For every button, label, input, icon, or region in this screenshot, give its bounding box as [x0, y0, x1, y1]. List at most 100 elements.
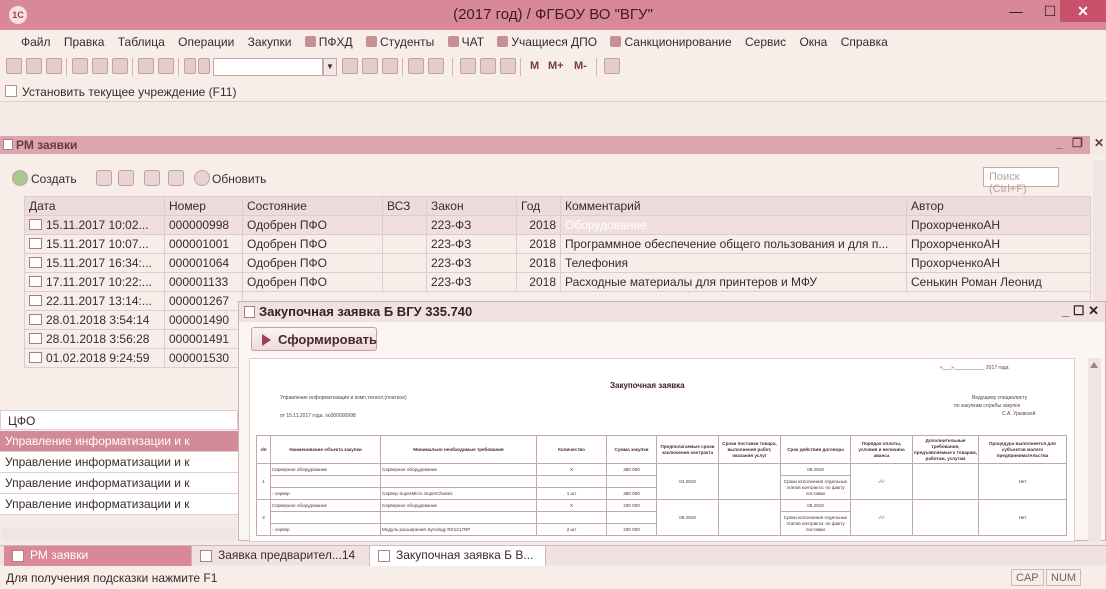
tab-preliminary-request[interactable]: Заявка предварител...14 [192, 546, 370, 566]
menu-operations[interactable]: Операции [173, 30, 239, 49]
report-preview: «___»___________ 2017 года Закупочная за… [249, 358, 1075, 542]
cut-icon[interactable] [72, 58, 88, 74]
col-state[interactable]: Состояние [242, 196, 383, 216]
document-icon [29, 276, 42, 287]
menu-edit[interactable]: Правка [59, 30, 110, 49]
menu-service[interactable]: Сервис [740, 30, 791, 49]
cfo-row[interactable]: Управление информатизации и к [0, 452, 238, 473]
table-row[interactable]: 17.11.2017 10:22:... 000001133 Одобрен П… [24, 272, 1091, 292]
undo-icon[interactable] [184, 58, 196, 74]
open-icon[interactable] [26, 58, 42, 74]
dpo-icon [497, 36, 509, 47]
copy-doc-icon[interactable] [96, 170, 112, 186]
calendar-icon[interactable] [480, 58, 496, 74]
students-icon [365, 36, 377, 47]
purchase-window-header: Закупочная заявка Б ВГУ 335.740 _ ☐ ✕ [239, 302, 1105, 322]
report-table: з/п Наименование объекта закупки Минимал… [256, 435, 1067, 536]
cfo-row[interactable]: Управление информатизации и к [0, 431, 238, 452]
find-prev-icon[interactable] [382, 58, 398, 74]
menu-help[interactable]: Справка [836, 30, 893, 49]
table-row[interactable]: 15.11.2017 10:07... 000001001 Одобрен ПФ… [24, 234, 1091, 254]
report-row: 1 Серверное оборудование Серверное обору… [256, 463, 1067, 500]
edit-icon[interactable] [118, 170, 134, 186]
copy-icon[interactable] [92, 58, 108, 74]
col-vsz[interactable]: ВСЗ [382, 196, 427, 216]
post-icon[interactable] [168, 170, 184, 186]
purchase-window-controls[interactable]: _ ☐ ✕ [1062, 303, 1099, 319]
create-button[interactable]: Создать [31, 172, 77, 186]
table-row[interactable]: 15.11.2017 10:02... 000000998 Одобрен ПФ… [24, 215, 1091, 235]
generate-button[interactable]: Сформировать [251, 327, 377, 351]
selected-cell[interactable]: Оборудование [560, 215, 907, 235]
clear-icon[interactable] [342, 58, 358, 74]
menu-sanction[interactable]: Санкционирование [605, 30, 736, 49]
tab-purchase-request[interactable]: Закупочная заявка Б В... [370, 546, 546, 566]
save-icon[interactable] [46, 58, 62, 74]
calc-icon[interactable] [460, 58, 476, 74]
preview-icon[interactable] [158, 58, 174, 74]
users-icon[interactable] [500, 58, 516, 74]
col-author[interactable]: Автор [906, 196, 1091, 216]
status-bar: Для получения подсказки нажмите F1 CAP N… [0, 566, 1106, 589]
windows-icon[interactable] [408, 58, 424, 74]
menu-table[interactable]: Таблица [113, 30, 170, 49]
window-tabs: РМ заявки Заявка предварител...14 Закупо… [0, 545, 1106, 566]
memory-minus-button[interactable]: M- [574, 60, 587, 72]
memory-plus-button[interactable]: M+ [548, 60, 564, 72]
purchase-request-window: Закупочная заявка Б ВГУ 335.740 _ ☐ ✕ Сф… [238, 301, 1106, 542]
menu-pfhd[interactable]: ПФХД [300, 30, 358, 49]
menu-purchases[interactable]: Закупки [243, 30, 297, 49]
document-icon [29, 295, 42, 306]
close-icon[interactable]: ✕ [1060, 0, 1106, 22]
institution-icon [5, 85, 17, 97]
info-icon[interactable] [428, 58, 444, 74]
rm-minimize-icon[interactable]: _ [1056, 136, 1063, 150]
col-year[interactable]: Год [516, 196, 561, 216]
menu-windows[interactable]: Окна [794, 30, 832, 49]
memory-m-button[interactable]: M [530, 60, 539, 72]
menu-students[interactable]: Студенты [361, 30, 439, 49]
title-bar: 1С (2017 год) / ФГБОУ ВО "ВГУ" — ☐ ✕ [0, 0, 1106, 30]
col-law[interactable]: Закон [426, 196, 517, 216]
col-comment[interactable]: Комментарий [560, 196, 907, 216]
menu-file[interactable]: Файл [16, 30, 56, 49]
table-header-row: Дата Номер Состояние ВСЗ Закон Год Комме… [24, 196, 1091, 216]
cfo-header: ЦФО [0, 410, 238, 430]
create-icon[interactable] [12, 170, 28, 186]
minimize-icon[interactable]: — [999, 0, 1033, 22]
cfo-horizontal-scrollbar[interactable] [2, 527, 236, 541]
menu-chat[interactable]: ЧАТ [443, 30, 489, 49]
rm-search-input[interactable]: Поиск (Ctrl+F) [983, 167, 1059, 195]
refresh-icon[interactable] [194, 170, 210, 186]
search-icon[interactable] [198, 58, 210, 74]
menu-dpo[interactable]: Учащиеся ДПО [492, 30, 602, 49]
find-next-icon[interactable] [362, 58, 378, 74]
cfo-row[interactable]: Управление информатизации и к [0, 494, 238, 515]
sanction-icon [610, 36, 622, 47]
print-icon[interactable] [138, 58, 154, 74]
col-date[interactable]: Дата [24, 196, 165, 216]
set-institution-button[interactable]: Установить текущее учреждение (F11) [22, 85, 236, 99]
col-number[interactable]: Номер [164, 196, 243, 216]
pfhd-icon [304, 36, 316, 47]
num-indicator: NUM [1046, 569, 1082, 586]
new-doc-icon[interactable] [6, 58, 22, 74]
document-icon [29, 333, 42, 344]
chevron-down-icon[interactable]: ▼ [323, 58, 337, 76]
delete-mark-icon[interactable] [144, 170, 160, 186]
tools-icon[interactable] [604, 58, 620, 74]
cfo-row[interactable]: Управление информатизации и к [0, 473, 238, 494]
paste-icon[interactable] [112, 58, 128, 74]
purchase-window-title: Закупочная заявка Б ВГУ 335.740 [259, 304, 473, 319]
table-row[interactable]: 15.11.2017 16:34:... 000001064 Одобрен П… [24, 253, 1091, 273]
toolbar-search-input[interactable] [213, 58, 323, 76]
window-icon [3, 139, 13, 150]
tab-rm-requests[interactable]: РМ заявки [4, 546, 192, 566]
refresh-button[interactable]: Обновить [212, 172, 266, 186]
rm-restore-icon[interactable]: ❐ [1072, 136, 1083, 150]
document-icon [29, 238, 42, 249]
report-vertical-scrollbar[interactable] [1088, 358, 1101, 542]
document-icon [29, 257, 42, 268]
rm-close-icon[interactable]: ✕ [1094, 136, 1104, 150]
arrow-up-icon[interactable] [1090, 362, 1098, 368]
